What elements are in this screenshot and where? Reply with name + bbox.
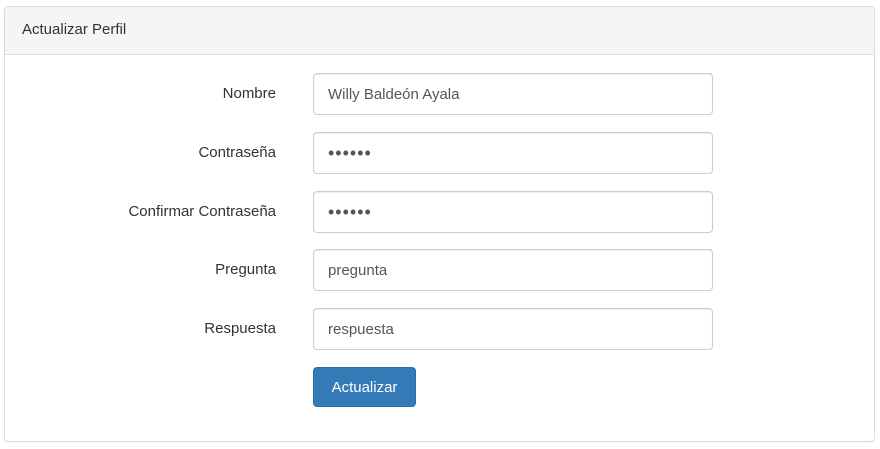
contrasena-input[interactable] [313, 132, 713, 174]
form-group-confirmar-contrasena: Confirmar Contraseña [5, 191, 874, 233]
nombre-label: Nombre [222, 85, 276, 102]
actualizar-button[interactable]: Actualizar [313, 367, 416, 407]
confirmar-contrasena-label: Confirmar Contraseña [128, 203, 276, 220]
pregunta-input[interactable] [313, 249, 713, 291]
pregunta-label: Pregunta [215, 261, 276, 278]
form-group-contrasena: Contraseña [5, 132, 874, 174]
contrasena-label: Contraseña [198, 144, 276, 161]
update-profile-panel: Actualizar Perfil Nombre Contraseña Conf… [4, 6, 875, 442]
form-group-nombre: Nombre [5, 73, 874, 115]
nombre-input[interactable] [313, 73, 713, 115]
confirmar-contrasena-input[interactable] [313, 191, 713, 233]
respuesta-label: Respuesta [204, 320, 276, 337]
form-group-pregunta: Pregunta [5, 249, 874, 291]
respuesta-input[interactable] [313, 308, 713, 350]
form-group-respuesta: Respuesta [5, 308, 874, 350]
panel-title: Actualizar Perfil [5, 7, 874, 55]
